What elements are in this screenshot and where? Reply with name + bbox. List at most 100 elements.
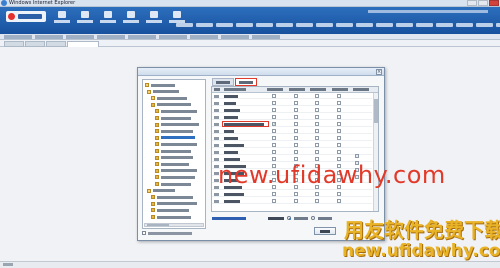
ok-button[interactable] [314, 227, 336, 235]
tree-item[interactable] [151, 215, 191, 219]
tree-item[interactable] [151, 195, 193, 200]
module-tab[interactable] [4, 35, 32, 39]
row-checkbox[interactable] [315, 136, 319, 140]
module-menu-item[interactable] [356, 23, 373, 27]
row-checkbox[interactable] [337, 108, 341, 112]
row-checkbox[interactable] [315, 108, 319, 112]
table-row[interactable] [212, 101, 372, 106]
row-checkbox[interactable] [337, 150, 341, 154]
row-checkbox[interactable] [337, 199, 341, 203]
table-row[interactable] [212, 192, 372, 197]
tree-item[interactable] [151, 208, 189, 213]
tab-column-settings[interactable] [235, 78, 257, 86]
module-menu-item[interactable] [496, 23, 500, 27]
row-checkbox[interactable] [272, 101, 276, 105]
row-checkbox[interactable] [337, 122, 341, 126]
table-row[interactable] [212, 150, 372, 155]
row-checkbox[interactable] [272, 94, 276, 98]
move-top-button[interactable] [355, 154, 359, 158]
tree-item[interactable] [155, 129, 193, 134]
close-window-button[interactable] [489, 0, 499, 6]
module-menu-item[interactable] [436, 23, 453, 27]
module-menu-item[interactable] [376, 23, 393, 27]
module-menu-item[interactable] [336, 23, 353, 27]
table-row[interactable] [212, 115, 372, 120]
row-checkbox[interactable] [337, 115, 341, 119]
module-tab[interactable] [252, 35, 280, 39]
grid-vscrollbar[interactable] [373, 93, 378, 211]
restore-default-link[interactable] [212, 217, 246, 220]
table-row[interactable] [212, 129, 372, 134]
row-checkbox[interactable] [315, 122, 319, 126]
row-checkbox[interactable] [337, 94, 341, 98]
tree-item[interactable] [155, 182, 191, 186]
mode-radio-2[interactable] [311, 216, 315, 220]
module-menu-item[interactable] [476, 23, 493, 27]
row-checkbox[interactable] [294, 129, 298, 133]
tree-item[interactable] [155, 122, 199, 127]
module-tab[interactable] [159, 35, 187, 39]
module-menu-item[interactable] [236, 23, 253, 27]
row-checkbox[interactable] [272, 199, 276, 203]
row-checkbox[interactable] [272, 150, 276, 154]
module-menu-item[interactable] [176, 23, 193, 27]
module-menu-item[interactable] [296, 23, 313, 27]
row-checkbox[interactable] [315, 94, 319, 98]
row-checkbox[interactable] [337, 136, 341, 140]
top-menu-item[interactable] [144, 11, 164, 25]
row-checkbox[interactable] [315, 150, 319, 154]
table-row[interactable] [212, 121, 372, 127]
module-menu-item[interactable] [256, 23, 273, 27]
row-checkbox[interactable] [272, 143, 276, 147]
top-menu-item[interactable] [52, 11, 72, 25]
row-checkbox[interactable] [315, 101, 319, 105]
row-checkbox[interactable] [294, 136, 298, 140]
top-menu-item[interactable] [75, 11, 95, 25]
table-row[interactable] [212, 108, 372, 113]
module-tab[interactable] [128, 35, 156, 39]
tree-item[interactable] [155, 109, 197, 114]
row-checkbox[interactable] [294, 150, 298, 154]
row-checkbox[interactable] [315, 143, 319, 147]
scroll-thumb[interactable] [147, 224, 169, 226]
tree-option-checkbox[interactable] [142, 231, 146, 235]
tree-item[interactable] [155, 135, 195, 140]
tree-item[interactable] [155, 155, 193, 160]
row-checkbox[interactable] [337, 101, 341, 105]
module-menu-item[interactable] [216, 23, 233, 27]
module-tab[interactable] [190, 35, 218, 39]
row-checkbox[interactable] [294, 192, 298, 196]
tree-item[interactable] [151, 96, 187, 101]
row-checkbox[interactable] [294, 94, 298, 98]
tree-item[interactable] [155, 116, 191, 120]
dialog-close-button[interactable]: × [376, 69, 382, 75]
row-checkbox[interactable] [272, 192, 276, 196]
tree-item[interactable] [147, 89, 179, 94]
row-checkbox[interactable] [272, 115, 276, 119]
module-menu-item[interactable] [416, 23, 433, 27]
module-tab[interactable] [97, 35, 125, 39]
mode-radio-1[interactable] [287, 216, 291, 220]
maximize-button[interactable] [478, 0, 488, 6]
module-menu-item[interactable] [196, 23, 213, 27]
tree-item[interactable] [155, 175, 195, 180]
module-menu-item[interactable] [316, 23, 333, 27]
row-checkbox[interactable] [272, 108, 276, 112]
row-checkbox[interactable] [294, 199, 298, 203]
top-menu-item[interactable] [121, 11, 141, 25]
module-menu-item[interactable] [456, 23, 473, 27]
table-row[interactable] [212, 136, 372, 141]
tree-item[interactable] [151, 201, 197, 206]
row-checkbox[interactable] [315, 192, 319, 196]
module-menu-item[interactable] [396, 23, 413, 27]
row-checkbox[interactable] [315, 115, 319, 119]
top-menu-item[interactable] [98, 11, 118, 25]
tree-item[interactable] [145, 83, 175, 87]
scroll-thumb[interactable] [374, 99, 378, 123]
row-checkbox[interactable] [294, 101, 298, 105]
tab-filter[interactable] [212, 78, 234, 86]
row-checkbox[interactable] [337, 143, 341, 147]
row-checkbox[interactable] [272, 129, 276, 133]
tree-item[interactable] [155, 168, 197, 173]
tree-item[interactable] [147, 188, 175, 193]
